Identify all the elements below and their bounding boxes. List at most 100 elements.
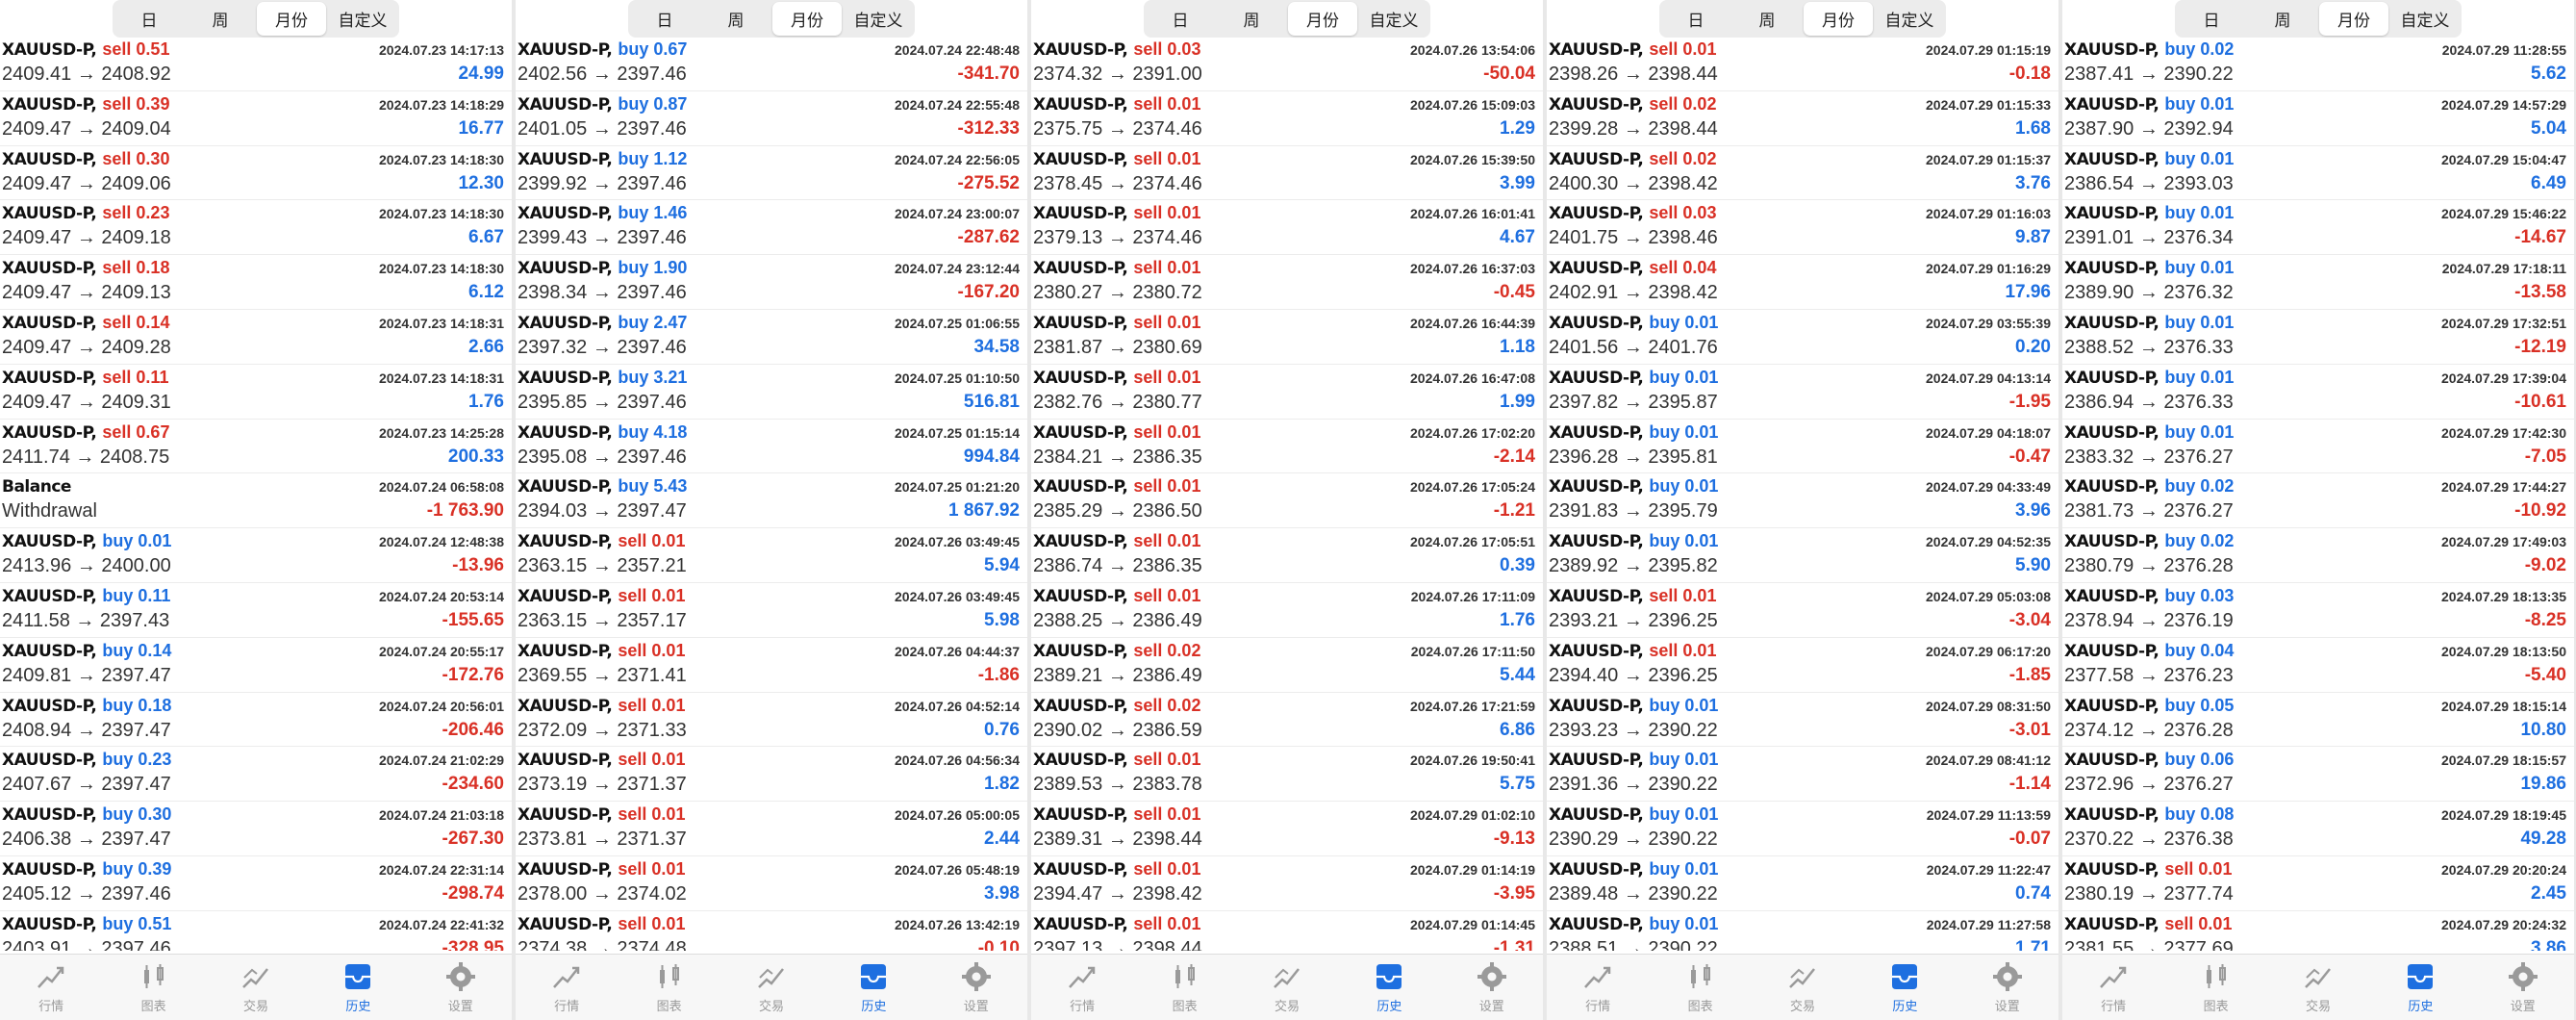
deal-row[interactable]: XAUUSD-P, sell 0.01 2394.40 → 2396.25 2024.…	[1547, 638, 2058, 693]
nav-tab[interactable]: 交易	[1249, 955, 1326, 1020]
deal-row[interactable]: XAUUSD-P, buy 0.01 2401.56 → 2401.76 2024.0…	[1547, 310, 2058, 365]
deal-row[interactable]: XAUUSD-P, sell 0.01 2379.13 → 2374.46 2024.…	[1031, 200, 1543, 256]
deal-row[interactable]: XAUUSD-P, buy 0.01 2391.83 → 2395.79 2024.0…	[1547, 473, 2058, 529]
nav-tab[interactable]: 设置	[2485, 955, 2562, 1020]
deal-row[interactable]: XAUUSD-P, sell 0.01 2375.75 → 2374.46 2024.…	[1031, 91, 1543, 146]
nav-tab[interactable]: 行情	[1044, 955, 1121, 1020]
period-tab[interactable]: 自定义	[328, 2, 397, 36]
nav-tab[interactable]: 交易	[733, 955, 810, 1020]
period-tab[interactable]: 日	[630, 2, 699, 36]
deal-row[interactable]: XAUUSD-P, buy 0.01 2387.90 → 2392.94 2024.0…	[2062, 91, 2574, 146]
period-tab[interactable]: 月份	[1288, 2, 1357, 36]
deal-row[interactable]: XAUUSD-P, sell 0.01 2394.47 → 2398.42 2024.…	[1031, 856, 1543, 911]
deal-row[interactable]: XAUUSD-P, buy 0.01 2396.28 → 2395.81 2024.0…	[1547, 420, 2058, 474]
nav-tab[interactable]: 交易	[1764, 955, 1841, 1020]
deal-row[interactable]: XAUUSD-P, buy 0.01 2391.36 → 2390.22 2024.0…	[1547, 747, 2058, 803]
deal-row[interactable]: XAUUSD-P, buy 0.01 2393.23 → 2390.22 2024.0…	[1547, 693, 2058, 748]
nav-tab[interactable]: 历史	[2382, 955, 2459, 1020]
deal-row[interactable]: XAUUSD-P, sell 0.03 2401.75 → 2398.46 2024.…	[1547, 200, 2058, 256]
nav-tab[interactable]: 图表	[2178, 955, 2255, 1020]
deal-row[interactable]: XAUUSD-P, buy 0.01 2389.92 → 2395.82 2024.0…	[1547, 528, 2058, 583]
deal-row[interactable]: XAUUSD-P, buy 1.46 2399.43 → 2397.46 2024.0…	[516, 200, 1027, 256]
deal-row[interactable]: XAUUSD-P, buy 0.08 2370.22 → 2376.38 2024.0…	[2062, 802, 2574, 856]
deal-row[interactable]: XAUUSD-P, buy 1.90 2398.34 → 2397.46 2024.0…	[516, 255, 1027, 310]
deal-row[interactable]: XAUUSD-P, sell 0.39 2409.47 → 2409.04 2024.…	[0, 91, 512, 146]
period-tab[interactable]: 自定义	[1875, 2, 1944, 36]
deal-row[interactable]: XAUUSD-P, sell 0.01 2381.87 → 2380.69 2024.…	[1031, 310, 1543, 365]
nav-tab[interactable]: 图表	[1147, 955, 1224, 1020]
deal-row[interactable]: XAUUSD-P, sell 0.14 2409.47 → 2409.28 2024.…	[0, 310, 512, 365]
deal-row[interactable]: XAUUSD-P, buy 0.01 2413.96 → 2400.00 2024.0…	[0, 528, 512, 583]
deal-row[interactable]: XAUUSD-P, sell 0.01 2389.53 → 2383.78 2024.…	[1031, 747, 1543, 803]
deal-row[interactable]: XAUUSD-P, buy 3.21 2395.85 → 2397.46 2024.0…	[516, 365, 1027, 420]
deal-row[interactable]: XAUUSD-P, buy 0.02 2380.79 → 2376.28 2024.0…	[2062, 528, 2574, 583]
deal-row[interactable]: XAUUSD-P, sell 0.01 2373.19 → 2371.37 2024.…	[516, 747, 1027, 803]
deal-row[interactable]: XAUUSD-P, buy 0.23 2407.67 → 2397.47 2024.0…	[0, 747, 512, 803]
nav-tab[interactable]: 设置	[1969, 955, 2046, 1020]
deal-row[interactable]: XAUUSD-P, buy 0.87 2401.05 → 2397.46 2024.0…	[516, 91, 1027, 146]
deal-row[interactable]: XAUUSD-P, sell 0.18 2409.47 → 2409.13 2024.…	[0, 255, 512, 310]
deal-row[interactable]: XAUUSD-P, buy 0.01 2383.32 → 2376.27 2024.0…	[2062, 420, 2574, 474]
deal-row[interactable]: XAUUSD-P, sell 0.01 2380.27 → 2380.72 2024.…	[1031, 255, 1543, 310]
deal-row[interactable]: XAUUSD-P, buy 0.39 2405.12 → 2397.46 2024.0…	[0, 856, 512, 911]
deal-row[interactable]: XAUUSD-P, sell 0.01 2363.15 → 2357.21 2024.…	[516, 528, 1027, 583]
deal-row[interactable]: XAUUSD-P, sell 0.01 2386.74 → 2386.35 2024.…	[1031, 528, 1543, 583]
deal-row[interactable]: XAUUSD-P, sell 0.02 2390.02 → 2386.59 2024.…	[1031, 693, 1543, 748]
nav-tab[interactable]: 行情	[2075, 955, 2152, 1020]
deal-row[interactable]: XAUUSD-P, buy 0.18 2408.94 → 2397.47 2024.0…	[0, 693, 512, 748]
nav-tab[interactable]: 行情	[13, 955, 89, 1020]
deal-row[interactable]: XAUUSD-P, sell 0.01 2382.76 → 2380.77 2024.…	[1031, 365, 1543, 420]
period-tab[interactable]: 周	[186, 2, 255, 36]
deal-row[interactable]: XAUUSD-P, buy 1.12 2399.92 → 2397.46 2024.0…	[516, 146, 1027, 201]
nav-tab[interactable]: 行情	[528, 955, 605, 1020]
deal-row[interactable]: XAUUSD-P, sell 0.04 2402.91 → 2398.42 2024.…	[1547, 255, 2058, 310]
deal-row[interactable]: XAUUSD-P, sell 0.01 2384.21 → 2386.35 2024.…	[1031, 420, 1543, 474]
nav-tab[interactable]: 图表	[631, 955, 708, 1020]
deal-row[interactable]: XAUUSD-P, sell 0.01 2373.81 → 2371.37 2024.…	[516, 802, 1027, 856]
deal-row[interactable]: XAUUSD-P, sell 0.01 2389.31 → 2398.44 2024.…	[1031, 802, 1543, 856]
deal-row[interactable]: Balance Withdrawal 2024.07.24 06:58:08 -1 7…	[0, 473, 512, 529]
deal-row[interactable]: XAUUSD-P, sell 0.01 2372.09 → 2371.33 2024.…	[516, 693, 1027, 748]
deal-row[interactable]: XAUUSD-P, sell 0.30 2409.47 → 2409.06 2024.…	[0, 146, 512, 201]
nav-tab[interactable]: 交易	[2280, 955, 2357, 1020]
deal-row[interactable]: XAUUSD-P, buy 0.05 2374.12 → 2376.28 2024.0…	[2062, 693, 2574, 748]
deal-row[interactable]: XAUUSD-P, buy 0.14 2409.81 → 2397.47 2024.0…	[0, 638, 512, 693]
deal-row[interactable]: XAUUSD-P, buy 0.01 2389.90 → 2376.32 2024.0…	[2062, 255, 2574, 310]
deal-row[interactable]: XAUUSD-P, sell 0.23 2409.47 → 2409.18 2024.…	[0, 200, 512, 256]
deal-row[interactable]: XAUUSD-P, sell 0.51 2409.41 → 2408.92 2024.…	[0, 37, 512, 91]
period-tab[interactable]: 自定义	[2390, 2, 2460, 36]
deal-row[interactable]: XAUUSD-P, buy 0.01 2391.01 → 2376.34 2024.0…	[2062, 200, 2574, 256]
deal-row[interactable]: XAUUSD-P, buy 0.67 2402.56 → 2397.46 2024.0…	[516, 37, 1027, 91]
nav-tab[interactable]: 设置	[938, 955, 1015, 1020]
period-tab[interactable]: 日	[2177, 2, 2246, 36]
deal-row[interactable]: XAUUSD-P, buy 0.06 2372.96 → 2376.27 2024.0…	[2062, 747, 2574, 803]
deal-row[interactable]: XAUUSD-P, sell 0.11 2409.47 → 2409.31 2024.…	[0, 365, 512, 420]
deal-row[interactable]: XAUUSD-P, sell 0.01 2388.25 → 2386.49 2024.…	[1031, 583, 1543, 638]
period-tab[interactable]: 日	[1146, 2, 1215, 36]
nav-tab[interactable]: 历史	[319, 955, 396, 1020]
deal-row[interactable]: XAUUSD-P, sell 0.01 2381.55 → 2377.69 2024.…	[2062, 911, 2574, 951]
nav-tab[interactable]: 历史	[1351, 955, 1427, 1020]
deal-row[interactable]: XAUUSD-P, buy 0.01 2386.54 → 2393.03 2024.0…	[2062, 146, 2574, 201]
deal-row[interactable]: XAUUSD-P, buy 0.04 2377.58 → 2376.23 2024.0…	[2062, 638, 2574, 693]
period-tab[interactable]: 日	[1661, 2, 1730, 36]
deal-row[interactable]: XAUUSD-P, sell 0.01 2363.15 → 2357.17 2024.…	[516, 583, 1027, 638]
deal-row[interactable]: XAUUSD-P, buy 0.01 2397.82 → 2395.87 2024.0…	[1547, 365, 2058, 420]
period-tab[interactable]: 月份	[772, 2, 842, 36]
nav-tab[interactable]: 历史	[1866, 955, 1943, 1020]
nav-tab[interactable]: 设置	[422, 955, 499, 1020]
deal-row[interactable]: XAUUSD-P, buy 0.11 2411.58 → 2397.43 2024.0…	[0, 583, 512, 638]
deal-row[interactable]: XAUUSD-P, buy 0.51 2403.91 → 2397.46 2024.0…	[0, 911, 512, 951]
period-tab[interactable]: 日	[114, 2, 184, 36]
deal-row[interactable]: XAUUSD-P, sell 0.01 2374.38 → 2374.48 2024.…	[516, 911, 1027, 951]
period-tab[interactable]: 月份	[257, 2, 326, 36]
nav-tab[interactable]: 行情	[1559, 955, 1636, 1020]
deal-row[interactable]: XAUUSD-P, sell 0.01 2378.00 → 2374.02 2024.…	[516, 856, 1027, 911]
period-tab[interactable]: 自定义	[1359, 2, 1428, 36]
deal-row[interactable]: XAUUSD-P, buy 0.30 2406.38 → 2397.47 2024.0…	[0, 802, 512, 856]
deal-row[interactable]: XAUUSD-P, sell 0.02 2399.28 → 2398.44 2024.…	[1547, 91, 2058, 146]
period-tab[interactable]: 周	[1217, 2, 1286, 36]
deal-row[interactable]: XAUUSD-P, buy 5.43 2394.03 → 2397.47 2024.0…	[516, 473, 1027, 529]
period-tab[interactable]: 月份	[2319, 2, 2388, 36]
nav-tab[interactable]: 历史	[835, 955, 912, 1020]
